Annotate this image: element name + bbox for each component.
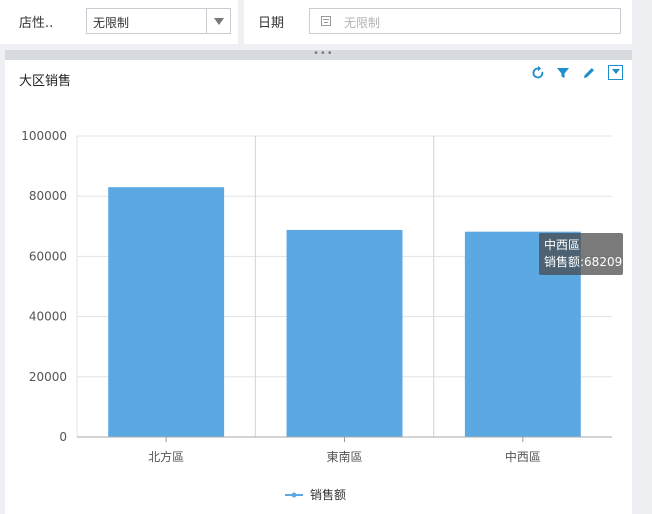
chart-widget: 大区销售 0 20000 40000 60000 80000 100000 北方區 東南區 中西… (5, 60, 632, 514)
bar-chart: 0 20000 40000 60000 80000 100000 北方區 東南區 中西區销售额 (21, 129, 612, 502)
date-input[interactable]: 无限制 (309, 8, 621, 34)
filter-icon[interactable] (555, 65, 571, 81)
bar[interactable] (108, 187, 225, 437)
x-tick-label: 東南區 (326, 449, 362, 464)
edit-icon[interactable] (581, 65, 597, 81)
store-type-select[interactable]: 无限制 (86, 8, 231, 34)
y-tick-label: 20000 (29, 370, 67, 384)
legend-marker (291, 492, 297, 498)
store-type-filter: 店性.. 无限制 (0, 0, 238, 44)
y-tick-label: 80000 (29, 189, 67, 203)
date-filter: 日期 无限制 (244, 0, 632, 44)
x-tick-label: 北方區 (148, 449, 184, 464)
y-tick-label: 0 (59, 430, 67, 444)
date-label: 日期 (258, 16, 285, 31)
drag-handle-icon[interactable]: ••• (313, 49, 334, 59)
y-tick-label: 40000 (29, 310, 67, 324)
calendar-icon (321, 16, 331, 26)
tooltip-category: 中西區 (544, 238, 581, 252)
date-placeholder: 无限制 (344, 16, 381, 30)
refresh-icon[interactable] (530, 65, 546, 81)
dropdown-menu-icon[interactable] (608, 65, 623, 80)
chevron-down-icon[interactable] (206, 9, 230, 33)
x-tick-label: 中西區 (505, 449, 541, 464)
y-tick-label: 100000 (21, 129, 67, 143)
tooltip-value: 销售额:68209 (544, 255, 623, 269)
store-type-value: 无限制 (93, 16, 130, 30)
store-type-label: 店性.. (19, 16, 54, 31)
y-tick-label: 60000 (29, 249, 67, 263)
chart-tooltip: 中西區 销售额:68209 (539, 233, 623, 275)
panel-splitter[interactable]: ••• (5, 49, 632, 60)
legend-label: 销售额 (310, 487, 346, 502)
bar[interactable] (286, 229, 403, 437)
